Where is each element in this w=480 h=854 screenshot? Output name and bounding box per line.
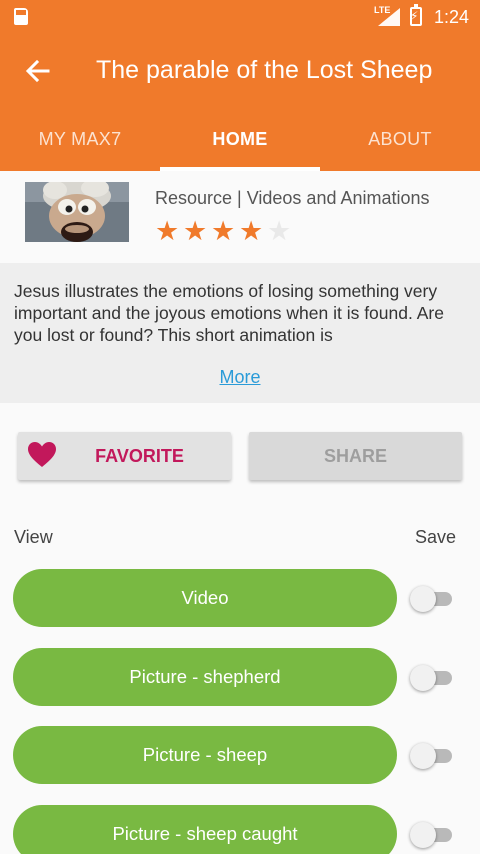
star-rating: ★ ★ ★ ★ ★	[155, 216, 295, 246]
save-toggle[interactable]	[410, 665, 452, 691]
heart-icon	[28, 442, 56, 467]
description-panel: Jesus illustrates the emotions of losing…	[0, 263, 480, 403]
view-item-button[interactable]: Picture - sheep caught	[13, 805, 397, 854]
video-thumbnail[interactable]	[25, 182, 129, 242]
network-type: LTE	[374, 5, 391, 15]
list-item: Video	[0, 569, 480, 629]
view-item-button[interactable]: Picture - shepherd	[13, 648, 397, 706]
back-button[interactable]	[22, 55, 54, 87]
sd-card-icon	[14, 8, 28, 25]
view-column-header: View	[14, 527, 53, 547]
list-item: Picture - shepherd	[0, 648, 480, 708]
status-bar: LTE 1:24	[0, 0, 480, 33]
list-item: Picture - sheep caught	[0, 805, 480, 854]
description-text: Jesus illustrates the emotions of losing…	[14, 281, 444, 345]
view-item-button[interactable]: Picture - sheep	[13, 726, 397, 784]
tab-home[interactable]: HOME	[160, 113, 320, 171]
share-label: SHARE	[323, 446, 387, 466]
resource-header: Resource | Videos and Animations ★ ★ ★ ★…	[0, 171, 480, 263]
star-empty-icon: ★	[267, 216, 292, 246]
favorite-button[interactable]: FAVORITE	[18, 432, 231, 480]
tab-about[interactable]: ABOUT	[320, 113, 480, 171]
save-toggle[interactable]	[410, 586, 452, 612]
sheep-cartoon-image	[25, 182, 129, 242]
app-bar: The parable of the Lost Sheep	[0, 33, 480, 113]
star-icon: ★	[211, 216, 236, 246]
save-toggle[interactable]	[410, 743, 452, 769]
share-button[interactable]: SHARE	[249, 432, 462, 480]
save-column-header: Save	[414, 527, 456, 547]
view-item-button[interactable]: Video	[13, 569, 397, 627]
star-icon: ★	[239, 216, 264, 246]
toggle-knob	[410, 586, 436, 612]
toggle-knob	[410, 743, 436, 769]
clock: 1:24	[434, 7, 470, 27]
save-toggle[interactable]	[410, 822, 452, 848]
tab-my-max7[interactable]: MY MAX7	[0, 113, 160, 171]
tab-bar: MY MAX7 HOME ABOUT	[0, 113, 480, 171]
more-link[interactable]: More	[0, 367, 480, 388]
star-icon: ★	[183, 216, 208, 246]
star-icon: ★	[155, 216, 180, 246]
resource-type: Resource | Videos and Animations	[155, 188, 430, 208]
list-item: Picture - sheep	[0, 726, 480, 786]
page-title: The parable of the Lost Sheep	[96, 56, 433, 84]
favorite-label: FAVORITE	[95, 446, 184, 466]
arrow-left-icon	[25, 59, 50, 83]
battery-charging-icon	[410, 4, 422, 26]
toggle-knob	[410, 665, 436, 691]
toggle-knob	[410, 822, 436, 848]
